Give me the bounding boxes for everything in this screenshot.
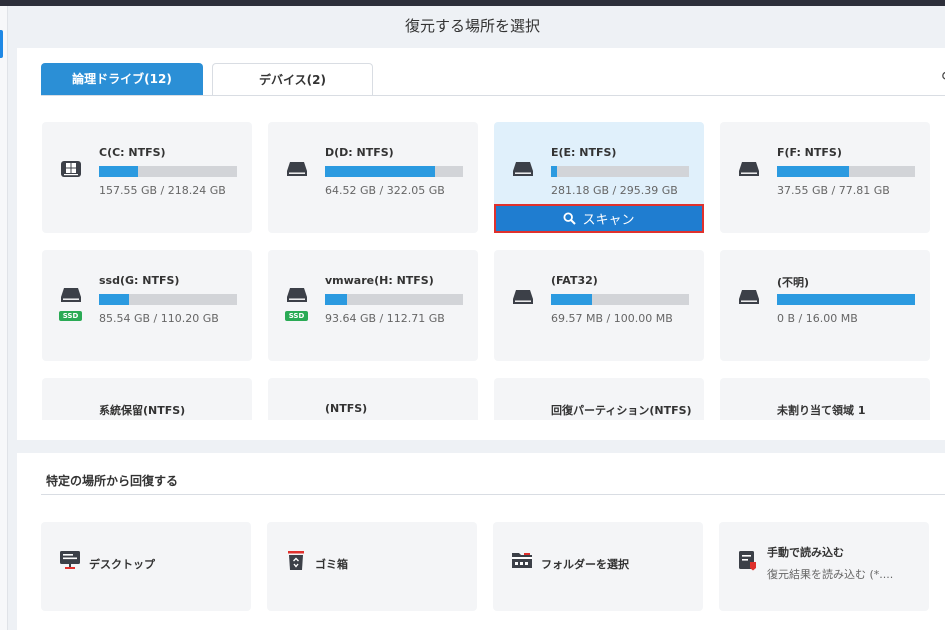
drive-size: 37.55 GB / 77.81 GB — [777, 184, 890, 197]
drive-usage-fill — [325, 294, 348, 305]
drive-name: ssd(G: NTFS) — [99, 274, 180, 287]
location-desktop[interactable]: デスクトップ — [41, 522, 251, 611]
drive-usage-fill — [551, 166, 557, 177]
folder-icon — [512, 553, 532, 568]
tab-divider — [41, 95, 945, 96]
left-sidebar-strip — [0, 6, 8, 630]
drive-usage-fill — [777, 166, 849, 177]
location-select-folder[interactable]: フォルダーを選択 — [493, 522, 703, 611]
location-recycle-bin[interactable]: ゴミ箱 — [267, 522, 477, 611]
hard-drive-icon — [61, 288, 81, 302]
tab-devices[interactable]: デバイス(2) — [212, 63, 373, 95]
drive-usage-fill — [99, 294, 130, 305]
drive-name: 未割り当て領域 1 — [777, 404, 866, 417]
drive-card-g[interactable]: SSD ssd(G: NTFS) 85.54 GB / 110.20 GB — [42, 250, 252, 361]
hard-drive-icon — [739, 290, 759, 304]
drive-card-d[interactable]: D(D: NTFS) 64.52 GB / 322.05 GB — [268, 122, 478, 233]
drive-card-unknown[interactable]: (不明) 0 B / 16.00 MB — [720, 250, 930, 361]
drive-card-f[interactable]: F(F: NTFS) 37.55 GB / 77.81 GB — [720, 122, 930, 233]
drive-card-ntfs[interactable]: (NTFS) — [268, 378, 478, 420]
recycle-bin-icon — [288, 551, 304, 570]
drive-size: 0 B / 16.00 MB — [777, 312, 858, 325]
drive-usage-bar — [777, 166, 915, 177]
drive-usage-bar — [777, 294, 915, 305]
drive-card-recovery[interactable]: 回復パーティション(NTFS) — [494, 378, 704, 420]
drive-name: 系統保留(NTFS) — [99, 404, 186, 417]
drive-usage-bar — [551, 294, 689, 305]
drive-name: (FAT32) — [551, 274, 598, 287]
drive-name: E(E: NTFS) — [551, 146, 617, 159]
drive-size: 281.18 GB / 295.39 GB — [551, 184, 678, 197]
drive-usage-bar — [325, 166, 463, 177]
hard-drive-icon — [739, 162, 759, 176]
drive-card-c[interactable]: C(C: NTFS) 157.55 GB / 218.24 GB — [42, 122, 252, 233]
manual-load-icon — [739, 551, 756, 571]
drive-usage-bar — [99, 166, 237, 177]
location-label: デスクトップ — [89, 558, 155, 571]
drive-name: 回復パーティション(NTFS) — [551, 404, 692, 417]
location-manual-load[interactable]: 手動で読み込む 復元結果を読み込む (*.... — [719, 522, 929, 611]
drive-usage-bar — [99, 294, 237, 305]
drive-usage-fill — [551, 294, 593, 305]
drive-card-unallocated[interactable]: 未割り当て領域 1 — [720, 378, 930, 420]
drive-name: vmware(H: NTFS) — [325, 274, 434, 287]
ssd-badge: SSD — [285, 311, 308, 321]
drive-size: 85.54 GB / 110.20 GB — [99, 312, 219, 325]
drive-size: 69.57 MB / 100.00 MB — [551, 312, 673, 325]
location-label: ゴミ箱 — [315, 558, 348, 571]
tab-logical-drives[interactable]: 論理ドライブ(12) — [41, 63, 203, 95]
windows-drive-icon — [61, 161, 81, 177]
drive-card-fat32[interactable]: (FAT32) 69.57 MB / 100.00 MB — [494, 250, 704, 361]
drive-name: D(D: NTFS) — [325, 146, 394, 159]
hard-drive-icon — [513, 162, 533, 176]
drive-card-system-reserved[interactable]: 系統保留(NTFS) — [42, 378, 252, 420]
search-icon — [563, 212, 577, 225]
location-label: 手動で読み込む — [767, 546, 844, 559]
drive-size: 64.52 GB / 322.05 GB — [325, 184, 445, 197]
drive-usage-bar — [551, 166, 689, 177]
drive-usage-fill — [777, 294, 915, 305]
hard-drive-icon — [513, 290, 533, 304]
hard-drive-icon — [287, 162, 307, 176]
drive-name: C(C: NTFS) — [99, 146, 166, 159]
drive-usage-bar — [325, 294, 463, 305]
drive-size: 93.64 GB / 112.71 GB — [325, 312, 445, 325]
drive-card-e[interactable]: E(E: NTFS) 281.18 GB / 295.39 GB スキャン — [494, 122, 704, 233]
drive-name: F(F: NTFS) — [777, 146, 842, 159]
hard-drive-icon — [287, 288, 307, 302]
page-title: 復元する場所を選択 — [404, 17, 540, 35]
scan-button[interactable]: スキャン — [494, 204, 704, 233]
locations-panel: 特定の場所から回復する デスクトップ ゴミ箱 フォルダーを選択 手動で読み込む … — [17, 453, 945, 630]
ssd-badge: SSD — [59, 311, 82, 321]
location-subtitle: 復元結果を読み込む (*.... — [767, 568, 894, 581]
desktop-icon — [60, 551, 80, 569]
location-label: フォルダーを選択 — [541, 558, 629, 571]
scan-button-label: スキャン — [582, 213, 635, 228]
drives-panel: 論理ドライブ(12) デバイス(2) ⚲ C(C: NTFS) 157.55 G… — [17, 48, 945, 440]
drive-name: (NTFS) — [325, 402, 368, 415]
section-divider — [41, 494, 945, 495]
drive-usage-fill — [325, 166, 436, 177]
drive-name: (不明) — [777, 276, 810, 289]
section-title: 特定の場所から回復する — [46, 474, 179, 488]
search-icon[interactable]: ⚲ — [941, 70, 945, 86]
drive-size: 157.55 GB / 218.24 GB — [99, 184, 226, 197]
drive-usage-fill — [99, 166, 138, 177]
drive-card-h[interactable]: SSD vmware(H: NTFS) 93.64 GB / 112.71 GB — [268, 250, 478, 361]
